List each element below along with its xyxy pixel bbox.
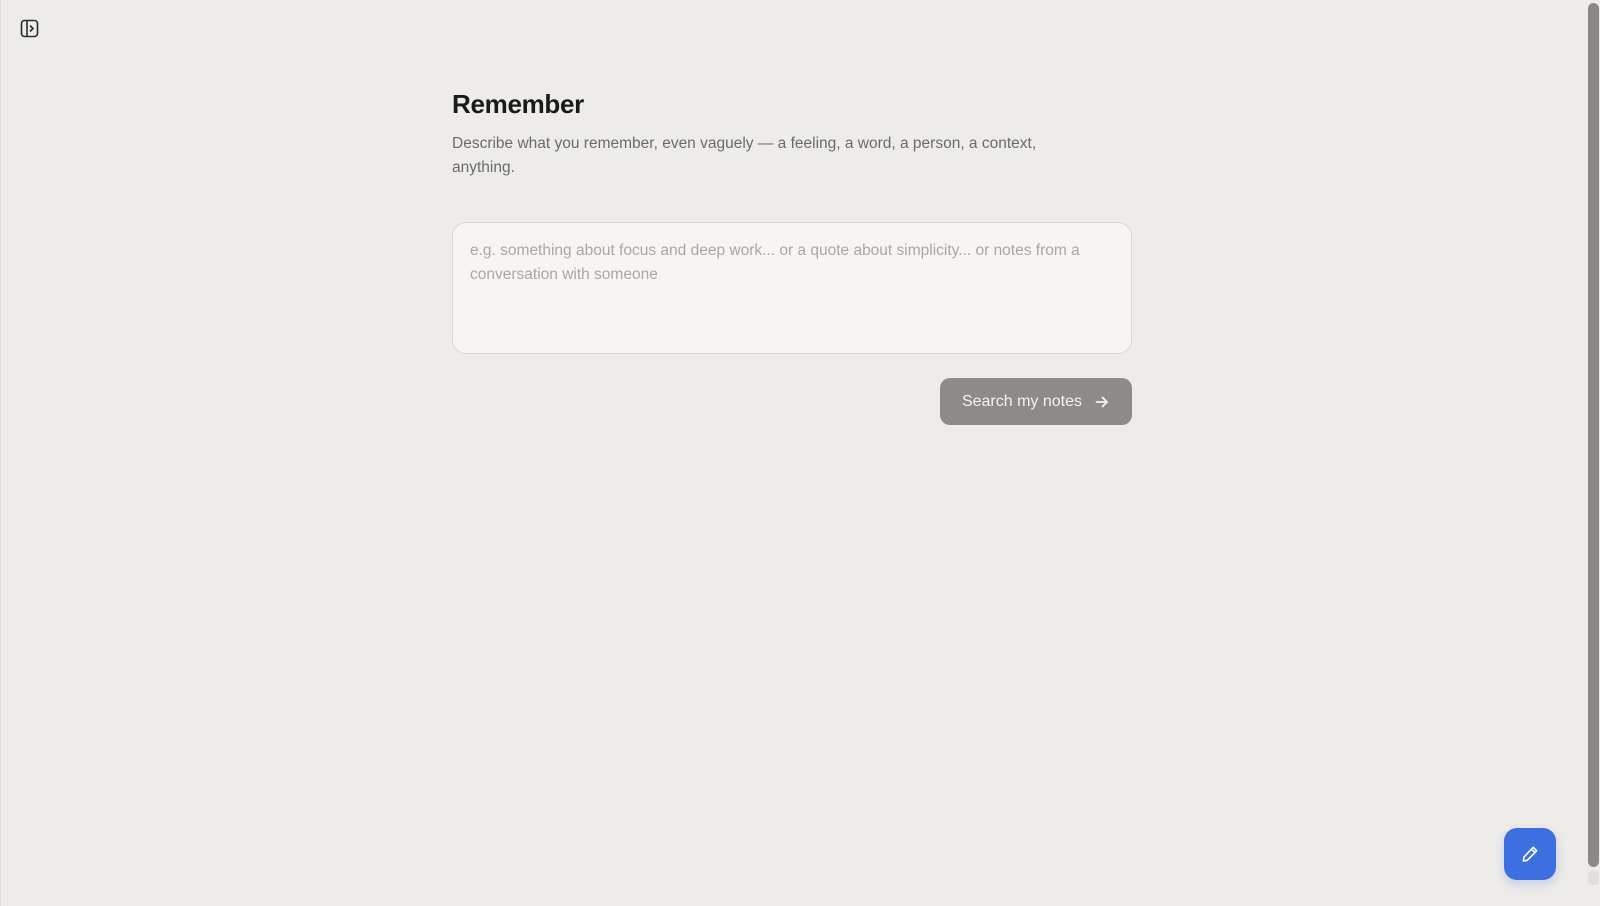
- new-note-button[interactable]: [1504, 828, 1556, 880]
- page-subtitle: Describe what you remember, even vaguely…: [452, 135, 1037, 176]
- pencil-icon: [1522, 846, 1538, 862]
- remember-panel: Remember Describe what you remember, eve…: [452, 84, 1132, 425]
- sidebar-toggle-button[interactable]: [18, 17, 40, 39]
- vertical-scrollbar[interactable]: [1586, 0, 1600, 906]
- search-notes-label: Search my notes: [961, 392, 1082, 410]
- search-notes-button[interactable]: Search my notes: [939, 378, 1132, 425]
- actions-row: Search my notes: [452, 378, 1132, 425]
- sidebar-expand-icon: [20, 19, 38, 37]
- scrollbar-track-end: [1588, 871, 1599, 885]
- app-window: Remember Describe what you remember, eve…: [0, 0, 1600, 906]
- page-title: Remember: [452, 89, 584, 119]
- scrollbar-thumb[interactable]: [1588, 3, 1599, 867]
- arrow-right-icon: [1095, 396, 1108, 407]
- memory-description-input[interactable]: [452, 222, 1132, 354]
